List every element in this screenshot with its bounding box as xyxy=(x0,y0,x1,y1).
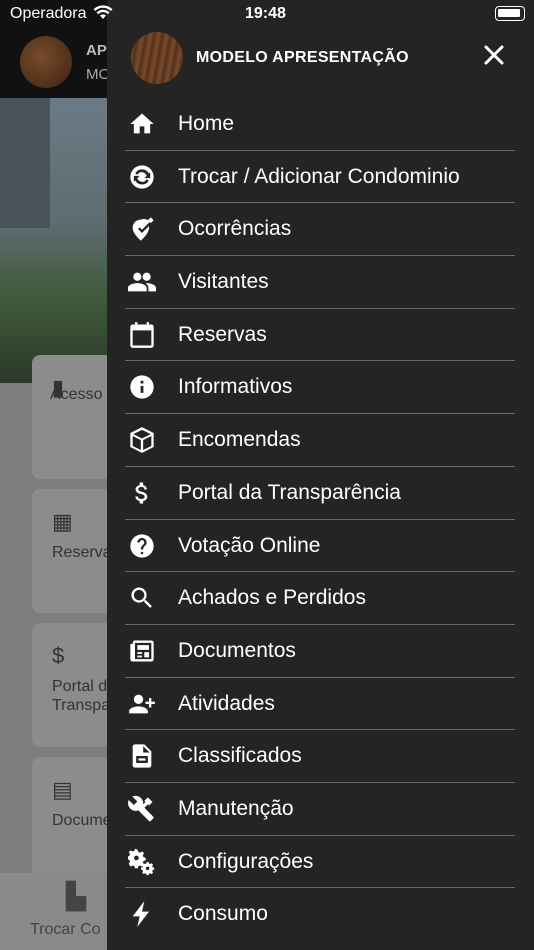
tile-label: Portal d Transpa xyxy=(52,678,111,714)
clock: 19:48 xyxy=(245,5,286,22)
status-bar: Operadora 19:48 xyxy=(0,0,534,30)
calendar-icon xyxy=(125,319,159,351)
menu-item-label: Trocar / Adicionar Condominio xyxy=(178,164,460,188)
menu-item-documentos[interactable]: Documentos xyxy=(125,625,515,678)
tab-trocar[interactable]: Trocar Co xyxy=(30,921,101,939)
navigation-drawer: MODELO APRESENTAÇÃO Home Trocar / Adicio… xyxy=(107,0,534,950)
newspaper-icon xyxy=(125,635,159,667)
menu-item-label: Reservas xyxy=(178,322,267,346)
help-icon xyxy=(125,530,159,562)
menu-item-visitantes[interactable]: Visitantes xyxy=(125,256,515,309)
menu-item-consumo[interactable]: Consumo xyxy=(125,888,515,941)
tile-label: Reserva xyxy=(52,544,112,561)
report-icon xyxy=(125,213,159,245)
menu-item-encomendas[interactable]: Encomendas xyxy=(125,414,515,467)
calendar-icon: ▦ xyxy=(52,509,73,534)
wifi-icon xyxy=(93,5,113,19)
app-title: AP xyxy=(86,42,107,59)
menu-item-trocar-condominio[interactable]: Trocar / Adicionar Condominio xyxy=(125,151,515,204)
menu-item-portal-transparencia[interactable]: Portal da Transparência xyxy=(125,467,515,520)
drawer-menu: Home Trocar / Adicionar Condominio Ocorr… xyxy=(125,98,515,941)
document-icon xyxy=(125,740,159,772)
menu-item-reservas[interactable]: Reservas xyxy=(125,309,515,362)
package-icon xyxy=(125,424,159,456)
menu-item-label: Achados e Perdidos xyxy=(178,586,366,610)
home-icon xyxy=(125,108,159,140)
menu-item-label: Visitantes xyxy=(178,270,269,294)
carrier-label: Operadora xyxy=(10,5,87,22)
menu-item-atividades[interactable]: Atividades xyxy=(125,678,515,731)
menu-item-label: Ocorrências xyxy=(178,217,292,241)
add-person-icon xyxy=(125,688,159,720)
newspaper-icon: ▤ xyxy=(52,777,73,802)
tile-label: Acesso xyxy=(50,386,103,403)
menu-item-votacao-online[interactable]: Votação Online xyxy=(125,520,515,573)
close-icon[interactable] xyxy=(479,42,509,72)
menu-item-label: Portal da Transparência xyxy=(178,480,401,504)
menu-item-label: Manutenção xyxy=(178,796,294,820)
tools-icon xyxy=(125,793,159,825)
menu-item-informativos[interactable]: Informativos xyxy=(125,361,515,415)
menu-item-label: Informativos xyxy=(178,375,293,399)
drawer-title: MODELO APRESENTAÇÃO xyxy=(196,49,409,66)
menu-item-label: Documentos xyxy=(178,638,296,662)
people-icon xyxy=(125,266,159,298)
gears-icon xyxy=(125,846,159,878)
menu-item-achados-perdidos[interactable]: Achados e Perdidos xyxy=(125,572,515,625)
avatar xyxy=(20,36,72,88)
bolt-icon xyxy=(125,898,159,930)
swap-icon xyxy=(125,161,159,193)
menu-item-label: Atividades xyxy=(178,691,275,715)
avatar xyxy=(131,32,183,84)
menu-item-manutencao[interactable]: Manutenção xyxy=(125,783,515,836)
menu-item-home[interactable]: Home xyxy=(125,98,515,151)
menu-item-ocorrencias[interactable]: Ocorrências xyxy=(125,203,515,257)
battery-icon xyxy=(495,6,525,21)
buildings-icon: ▙ xyxy=(66,881,86,911)
menu-item-label: Home xyxy=(178,112,235,135)
menu-item-label: Consumo xyxy=(178,902,268,926)
menu-item-configuracoes[interactable]: Configurações xyxy=(125,836,515,889)
building-image xyxy=(0,98,50,228)
menu-item-classificados[interactable]: Classificados xyxy=(125,730,515,783)
menu-item-label: Votação Online xyxy=(178,533,321,557)
menu-item-label: Configurações xyxy=(178,849,314,873)
dollar-icon xyxy=(125,477,159,509)
tile-label: Docume xyxy=(52,812,112,829)
dollar-icon: $ xyxy=(52,643,65,668)
menu-item-label: Encomendas xyxy=(178,428,301,452)
search-icon xyxy=(125,582,159,614)
info-icon xyxy=(125,371,159,403)
menu-item-label: Classificados xyxy=(178,744,302,768)
